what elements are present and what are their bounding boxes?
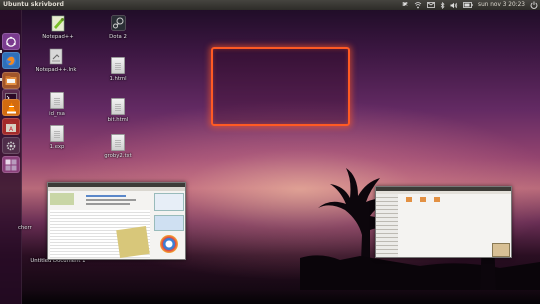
- running-indicator: [0, 78, 2, 81]
- desktop-icon-notepadpp[interactable]: Notepad++: [28, 15, 88, 40]
- desktop-icon-1-exp[interactable]: 1.exp: [27, 125, 87, 150]
- text-line: [86, 203, 130, 205]
- clock[interactable]: sun nov 3 20:23: [478, 0, 525, 10]
- icon-label: Dota 2: [109, 34, 127, 40]
- icon-label: id_rsa: [49, 111, 65, 117]
- text-line: [86, 199, 136, 201]
- desktop-icon-groby2-txt[interactable]: groby2.txt: [88, 134, 148, 159]
- desktop-icon-1-html[interactable]: 1.html: [88, 57, 148, 82]
- firefox-icon[interactable]: [2, 52, 20, 69]
- steam-icon: [110, 15, 126, 32]
- desktop-icon-bit-html[interactable]: bit.html: [88, 98, 148, 123]
- vlc-icon[interactable]: [2, 99, 20, 116]
- icon-label: 1.html: [109, 76, 127, 82]
- icon-label: Notepad++.lnk: [35, 67, 77, 73]
- link-text: [86, 195, 126, 197]
- icon-label: groby2.txt: [104, 153, 132, 159]
- window-title: Ubuntu skrivbord: [3, 1, 64, 8]
- sidebar-box: [154, 215, 184, 231]
- network-icon[interactable]: [414, 1, 422, 9]
- system-tray: sun nov 3 20:23: [401, 0, 538, 10]
- site-logo: [50, 193, 74, 205]
- icon-label: cherr: [18, 225, 32, 231]
- volume-icon[interactable]: [450, 2, 458, 9]
- workspace-icon[interactable]: [2, 156, 20, 173]
- archive-icon: [492, 243, 510, 257]
- launcher: A: [0, 10, 22, 304]
- desktop-icon-id-rsa[interactable]: id_rsa: [27, 92, 87, 117]
- icon-label: 1.exp: [49, 144, 65, 150]
- rubber-band-selection: [211, 47, 350, 126]
- dash-icon[interactable]: [2, 33, 20, 50]
- battery-icon[interactable]: [463, 2, 473, 8]
- desktop-bottom-edge: [22, 290, 540, 304]
- power-icon[interactable]: [530, 1, 538, 9]
- page-image: [116, 226, 150, 258]
- window-thumbnail-file-manager[interactable]: [375, 186, 512, 258]
- desktop-icon-notepadpp-lnk[interactable]: Notepad++.lnk: [26, 48, 86, 73]
- window-thumbnail-browser[interactable]: [47, 182, 186, 260]
- sidebar-box: [154, 193, 184, 211]
- folder-icon: [434, 197, 440, 202]
- desktop-icon-cherr[interactable]: cherr: [18, 223, 48, 231]
- icon-label: Notepad++: [42, 34, 74, 40]
- folder-icon: [420, 197, 426, 202]
- file-icon: [111, 134, 126, 151]
- files-icon[interactable]: [2, 72, 20, 89]
- file-manager-sidebar: [376, 194, 398, 257]
- mail-icon[interactable]: [427, 2, 435, 8]
- file-icon: [49, 48, 64, 65]
- file-icon: [50, 125, 65, 142]
- bluetooth-icon[interactable]: [440, 1, 445, 9]
- file-icon: [50, 92, 65, 109]
- file-icon: [111, 98, 126, 115]
- icon-label: bit.html: [107, 117, 129, 123]
- chrome-icon: [160, 235, 178, 253]
- notepadpp-icon: [51, 15, 66, 32]
- folder-icon: [406, 197, 412, 202]
- dropbox-icon[interactable]: [401, 1, 409, 9]
- software-center-icon[interactable]: A: [2, 118, 20, 135]
- browser-toolbar: [48, 187, 185, 191]
- top-panel: Ubuntu skrivbord sun nov 3 20:23: [0, 0, 540, 10]
- file-icon: [111, 57, 126, 74]
- desktop-icon-dota2[interactable]: Dota 2: [88, 15, 148, 40]
- settings-icon[interactable]: [2, 137, 20, 154]
